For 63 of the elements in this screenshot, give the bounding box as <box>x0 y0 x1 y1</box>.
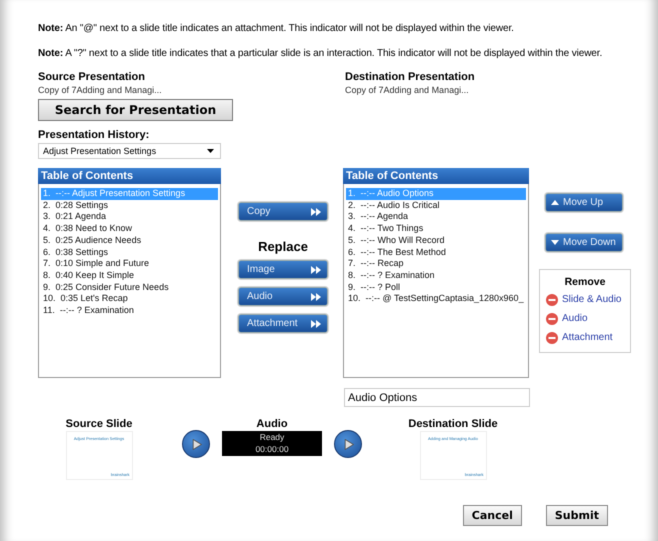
dialog-button[interactable]: Submit <box>546 505 608 526</box>
fast-forward-icon <box>311 292 321 300</box>
play-icon <box>190 438 202 450</box>
move-button[interactable]: Move Down <box>545 233 623 252</box>
slide-list-item[interactable]: 8. --:-- ? Examination <box>346 270 526 282</box>
play-button[interactable] <box>182 430 210 458</box>
down-arrow-icon <box>551 240 559 245</box>
slide-label: Destination Slide <box>408 417 498 431</box>
slide-list-item[interactable]: 9. 0:25 Consider Future Needs <box>41 282 218 294</box>
slide-list-item[interactable]: 10. --:-- @ TestSettingCaptasia_1280x960_ <box>346 293 526 306</box>
slide-list-item[interactable]: 7. --:-- Recap <box>346 258 526 270</box>
panel-header: Table of Contents <box>38 168 221 184</box>
minus-circle-icon <box>546 312 558 324</box>
search-button[interactable]: Search for Presentation <box>38 99 233 121</box>
replace-button[interactable]: Audio <box>238 287 328 306</box>
fast-forward-icon <box>311 208 321 216</box>
copy-button[interactable]: Copy <box>238 202 328 221</box>
remove-link[interactable]: Audio <box>562 313 588 324</box>
panel-title: Remove <box>564 276 606 288</box>
minus-circle-icon <box>546 294 558 306</box>
audio-status: Ready <box>260 431 284 443</box>
slide-list-item[interactable]: 5. 0:25 Audience Needs <box>41 234 218 247</box>
slide-list-item[interactable]: 7. 0:10 Simple and Future <box>41 258 218 270</box>
minus-circle-icon <box>546 332 558 344</box>
replace-button[interactable]: Attachment <box>238 314 328 333</box>
slide-list-item[interactable]: 2. 0:28 Settings <box>41 200 218 212</box>
slide-label: Source Slide <box>66 417 132 431</box>
play-button[interactable] <box>334 430 362 458</box>
slide-list-item[interactable]: 4. --:-- Two Things <box>346 223 526 235</box>
dropdown-arrow-icon <box>207 149 214 153</box>
slide-list-item[interactable]: 4. 0:38 Need to Know <box>41 223 218 235</box>
slide-list-item[interactable]: 2. --:-- Audio Is Critical <box>346 200 526 212</box>
presentation-name: Copy of 7Adding and Managi... <box>38 84 163 97</box>
slide-title-field[interactable]: Audio Options <box>344 388 530 407</box>
slide-list-item[interactable]: 6. --:-- The Best Method <box>346 246 526 258</box>
slide-list-item[interactable]: 6. 0:38 Settings <box>41 246 218 258</box>
up-arrow-icon <box>551 200 559 205</box>
slide-list-item[interactable]: 11. --:-- ? Examination <box>41 305 218 317</box>
history-dropdown[interactable]: Adjust Presentation Settings <box>38 143 221 159</box>
slide-list-item[interactable]: 3. --:-- Agenda <box>346 211 526 224</box>
remove-link[interactable]: Slide & Audio <box>562 294 622 305</box>
slide-list-item[interactable]: 8. 0:40 Keep It Simple <box>41 270 218 282</box>
replace-button[interactable]: Image <box>238 260 328 279</box>
fast-forward-icon <box>311 320 321 328</box>
fast-forward-icon <box>311 266 321 274</box>
note-text: Note: A "?" next to a slide title indicates that a particular slide is an interaction. This indicator will not be displayed within the viewer. <box>38 47 604 61</box>
note-text: Note: An "@" next to a slide title indicates an attachment. This indicator will not be displayed within the viewer. <box>38 22 515 36</box>
field-label: Presentation History: <box>38 128 150 142</box>
slide-list-item[interactable]: 9. --:-- ? Poll <box>346 282 526 294</box>
audio-label: Audio <box>256 417 288 431</box>
dialog-button[interactable]: Cancel <box>462 505 522 526</box>
section-label: Source Presentation <box>38 70 146 84</box>
play-icon <box>342 438 354 450</box>
slide-list-item[interactable]: 5. --:-- Who Will Record <box>346 234 526 247</box>
panel-header: Table of Contents <box>343 168 529 184</box>
slide-list-item[interactable]: 10. 0:35 Let's Recap <box>41 293 218 306</box>
presentation-name: Copy of 7Adding and Managi... <box>345 84 470 97</box>
section-label: Destination Presentation <box>345 70 475 84</box>
move-button[interactable]: Move Up <box>545 193 623 212</box>
remove-link[interactable]: Attachment <box>562 332 613 343</box>
slide-list-item[interactable]: 3. 0:21 Agenda <box>41 211 218 224</box>
audio-time: 00:00:00 <box>255 443 289 455</box>
replace-label: Replace <box>258 239 308 254</box>
